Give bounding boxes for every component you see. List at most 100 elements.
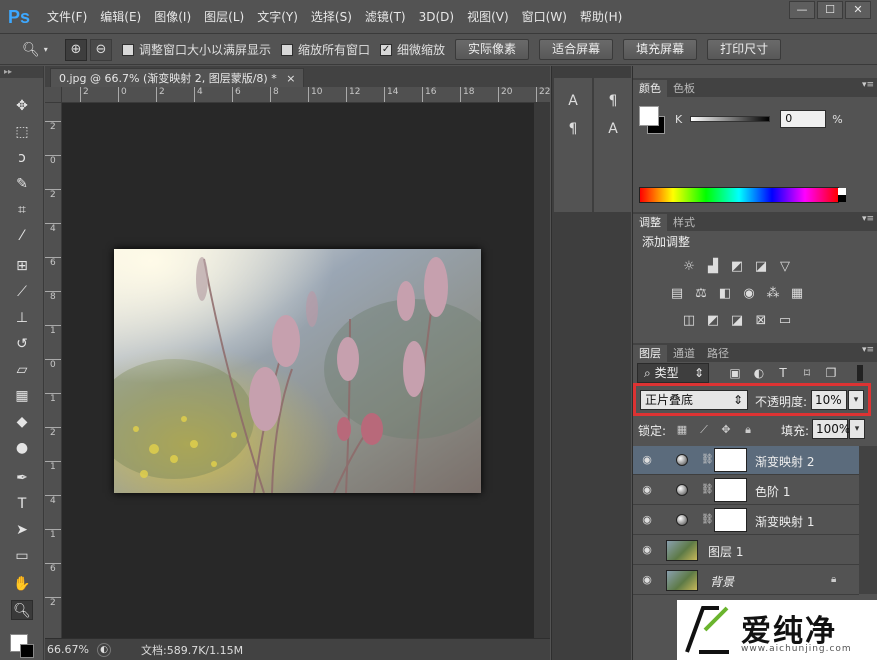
visibility-eye-icon[interactable]: ◉ [640, 514, 654, 526]
status-info-icon[interactable]: ◐ [97, 642, 111, 657]
layer-mask-thumbnail[interactable] [714, 478, 747, 502]
crop-tool-icon[interactable]: ⌗ [11, 200, 33, 220]
opacity-dropdown-icon[interactable]: ▾ [848, 390, 864, 410]
levels-icon[interactable]: ▟ [704, 259, 722, 275]
close-icon[interactable]: × [286, 72, 295, 85]
paragraph-panel-icon[interactable]: ¶ [564, 120, 582, 138]
pen-tool-icon[interactable]: ✒ [11, 468, 33, 488]
layer-row[interactable]: ◉ ⛓︎ 色阶 1 [633, 476, 859, 505]
menu-image[interactable]: 图像(I) [154, 8, 191, 25]
tab-channels[interactable]: 通道 [667, 345, 701, 362]
zoom-all-windows-checkbox[interactable]: 缩放所有窗口 [281, 41, 370, 58]
layer-row[interactable]: ◉ ⛓︎ 渐变映射 2 [633, 446, 859, 475]
move-tool-icon[interactable]: ✥ [11, 96, 33, 116]
history-brush-tool-icon[interactable]: ↺ [11, 334, 33, 354]
path-select-tool-icon[interactable]: ➤ [11, 520, 33, 540]
fit-screen-button[interactable]: 适合屏幕 [539, 39, 614, 60]
lock-position-icon[interactable]: ✥ [719, 423, 733, 437]
shape-tool-icon[interactable]: ▭ [11, 546, 33, 566]
layer-row[interactable]: ◉ ⛓︎ 渐变映射 1 [633, 506, 859, 535]
vibrance-icon[interactable]: ▽ [776, 259, 794, 275]
lock-all-icon[interactable]: 🔒︎ [741, 423, 755, 437]
link-chain-icon[interactable]: ⛓︎ [701, 514, 714, 526]
fill-dropdown-icon[interactable]: ▾ [849, 419, 865, 439]
gradient-tool-icon[interactable]: ▦ [11, 386, 33, 406]
fill-field[interactable]: 100% [812, 419, 850, 439]
filter-shape-icon[interactable]: ⌑ [799, 365, 815, 381]
document-image[interactable] [114, 249, 481, 493]
character-styles-icon[interactable]: A [604, 120, 622, 138]
channel-mixer-icon[interactable]: ⁂ [764, 286, 782, 302]
panel-collapse-icon[interactable]: ▸▸ [0, 66, 43, 78]
visibility-eye-icon[interactable]: ◉ [640, 484, 654, 496]
panel-menu-icon[interactable]: ▾≡ [862, 345, 874, 355]
layers-scrollbar[interactable] [859, 446, 877, 594]
marquee-tool-icon[interactable]: ⬚ [11, 122, 33, 142]
layer-mask-thumbnail[interactable] [714, 448, 747, 472]
menu-view[interactable]: 视图(V) [467, 8, 509, 25]
vertical-ruler[interactable]: 202468101214162 [45, 103, 62, 638]
brush-tool-icon[interactable]: ⟋ [11, 282, 33, 302]
close-button[interactable]: ✕ [845, 1, 871, 19]
color-balance-icon[interactable]: ⚖ [692, 286, 710, 302]
menu-select[interactable]: 选择(S) [311, 8, 352, 25]
curves-icon[interactable]: ◩ [728, 259, 746, 275]
color-lookup-icon[interactable]: ▦ [788, 286, 806, 302]
photo-filter-icon[interactable]: ◉ [740, 286, 758, 302]
maximize-button[interactable]: ☐ [817, 1, 843, 19]
color-spectrum-bar[interactable] [639, 187, 846, 203]
eraser-tool-icon[interactable]: ▱ [11, 360, 33, 380]
tool-preset-picker[interactable]: 🔍︎ ▾ [22, 39, 62, 61]
tab-paths[interactable]: 路径 [701, 345, 735, 362]
filter-type-icon[interactable]: T [775, 365, 791, 381]
tab-styles[interactable]: 样式 [667, 214, 701, 231]
threshold-icon[interactable]: ◪ [728, 313, 746, 329]
black-white-icon[interactable]: ◧ [716, 286, 734, 302]
clone-stamp-tool-icon[interactable]: ⊥ [11, 308, 33, 328]
invert-icon[interactable]: ◫ [680, 313, 698, 329]
foreground-color-swatch-front[interactable] [639, 106, 659, 126]
k-slider[interactable] [690, 116, 771, 122]
fill-screen-button[interactable]: 填充屏幕 [623, 39, 698, 60]
healing-brush-tool-icon[interactable]: ⊞ [11, 256, 33, 276]
dodge-tool-icon[interactable]: ● [11, 438, 33, 458]
menu-type[interactable]: 文字(Y) [257, 8, 298, 25]
layer-mask-thumbnail[interactable] [714, 508, 747, 532]
resize-windows-checkbox[interactable]: 调整窗口大小以满屏显示 [122, 41, 271, 58]
eyedropper-tool-icon[interactable]: ⁄ [11, 226, 33, 246]
lasso-tool-icon[interactable]: ↄ [11, 148, 33, 168]
filter-pixel-icon[interactable]: ▣ [727, 365, 743, 381]
visibility-eye-icon[interactable]: ◉ [640, 454, 654, 466]
layer-filter-select[interactable]: ⌕ 类型 ⇕ [637, 363, 709, 383]
layer-row[interactable]: ◉ 图层 1 [633, 536, 859, 565]
menu-3d[interactable]: 3D(D) [419, 10, 454, 24]
lock-transparent-icon[interactable]: ▦ [675, 423, 689, 437]
tab-adjustments[interactable]: 调整 [633, 214, 667, 231]
menu-layer[interactable]: 图层(L) [204, 8, 244, 25]
visibility-eye-icon[interactable]: ◉ [640, 544, 654, 556]
minimize-button[interactable]: — [789, 1, 815, 19]
exposure-icon[interactable]: ◪ [752, 259, 770, 275]
ruler-origin[interactable] [45, 87, 62, 103]
link-chain-icon[interactable]: ⛓︎ [701, 454, 714, 466]
scrubby-zoom-checkbox[interactable]: ✓ 细微缩放 [380, 41, 445, 58]
quick-select-tool-icon[interactable]: ✎ [11, 174, 33, 194]
menu-edit[interactable]: 编辑(E) [100, 8, 141, 25]
selective-color-icon[interactable]: ⊠ [752, 313, 770, 329]
hand-tool-icon[interactable]: ✋ [11, 574, 33, 594]
tab-swatches[interactable]: 色板 [667, 80, 701, 97]
zoom-out-button[interactable]: ⊖ [90, 38, 112, 61]
menu-file[interactable]: 文件(F) [47, 8, 87, 25]
brightness-contrast-icon[interactable]: ☼ [680, 259, 698, 275]
zoom-level-field[interactable]: 66.67% [45, 643, 95, 656]
zoom-in-button[interactable]: ⊕ [65, 38, 87, 61]
paragraph-styles-icon[interactable]: ¶ [604, 92, 622, 110]
k-value-field[interactable]: 0 [780, 110, 827, 128]
visibility-eye-icon[interactable]: ◉ [640, 574, 654, 586]
link-chain-icon[interactable]: ⛓︎ [701, 484, 714, 496]
print-size-button[interactable]: 打印尺寸 [707, 39, 782, 60]
opacity-field[interactable]: 10% [811, 390, 847, 410]
type-tool-icon[interactable]: T [11, 494, 33, 514]
blur-tool-icon[interactable]: ◆ [11, 412, 33, 432]
tab-color[interactable]: 颜色 [633, 80, 667, 97]
